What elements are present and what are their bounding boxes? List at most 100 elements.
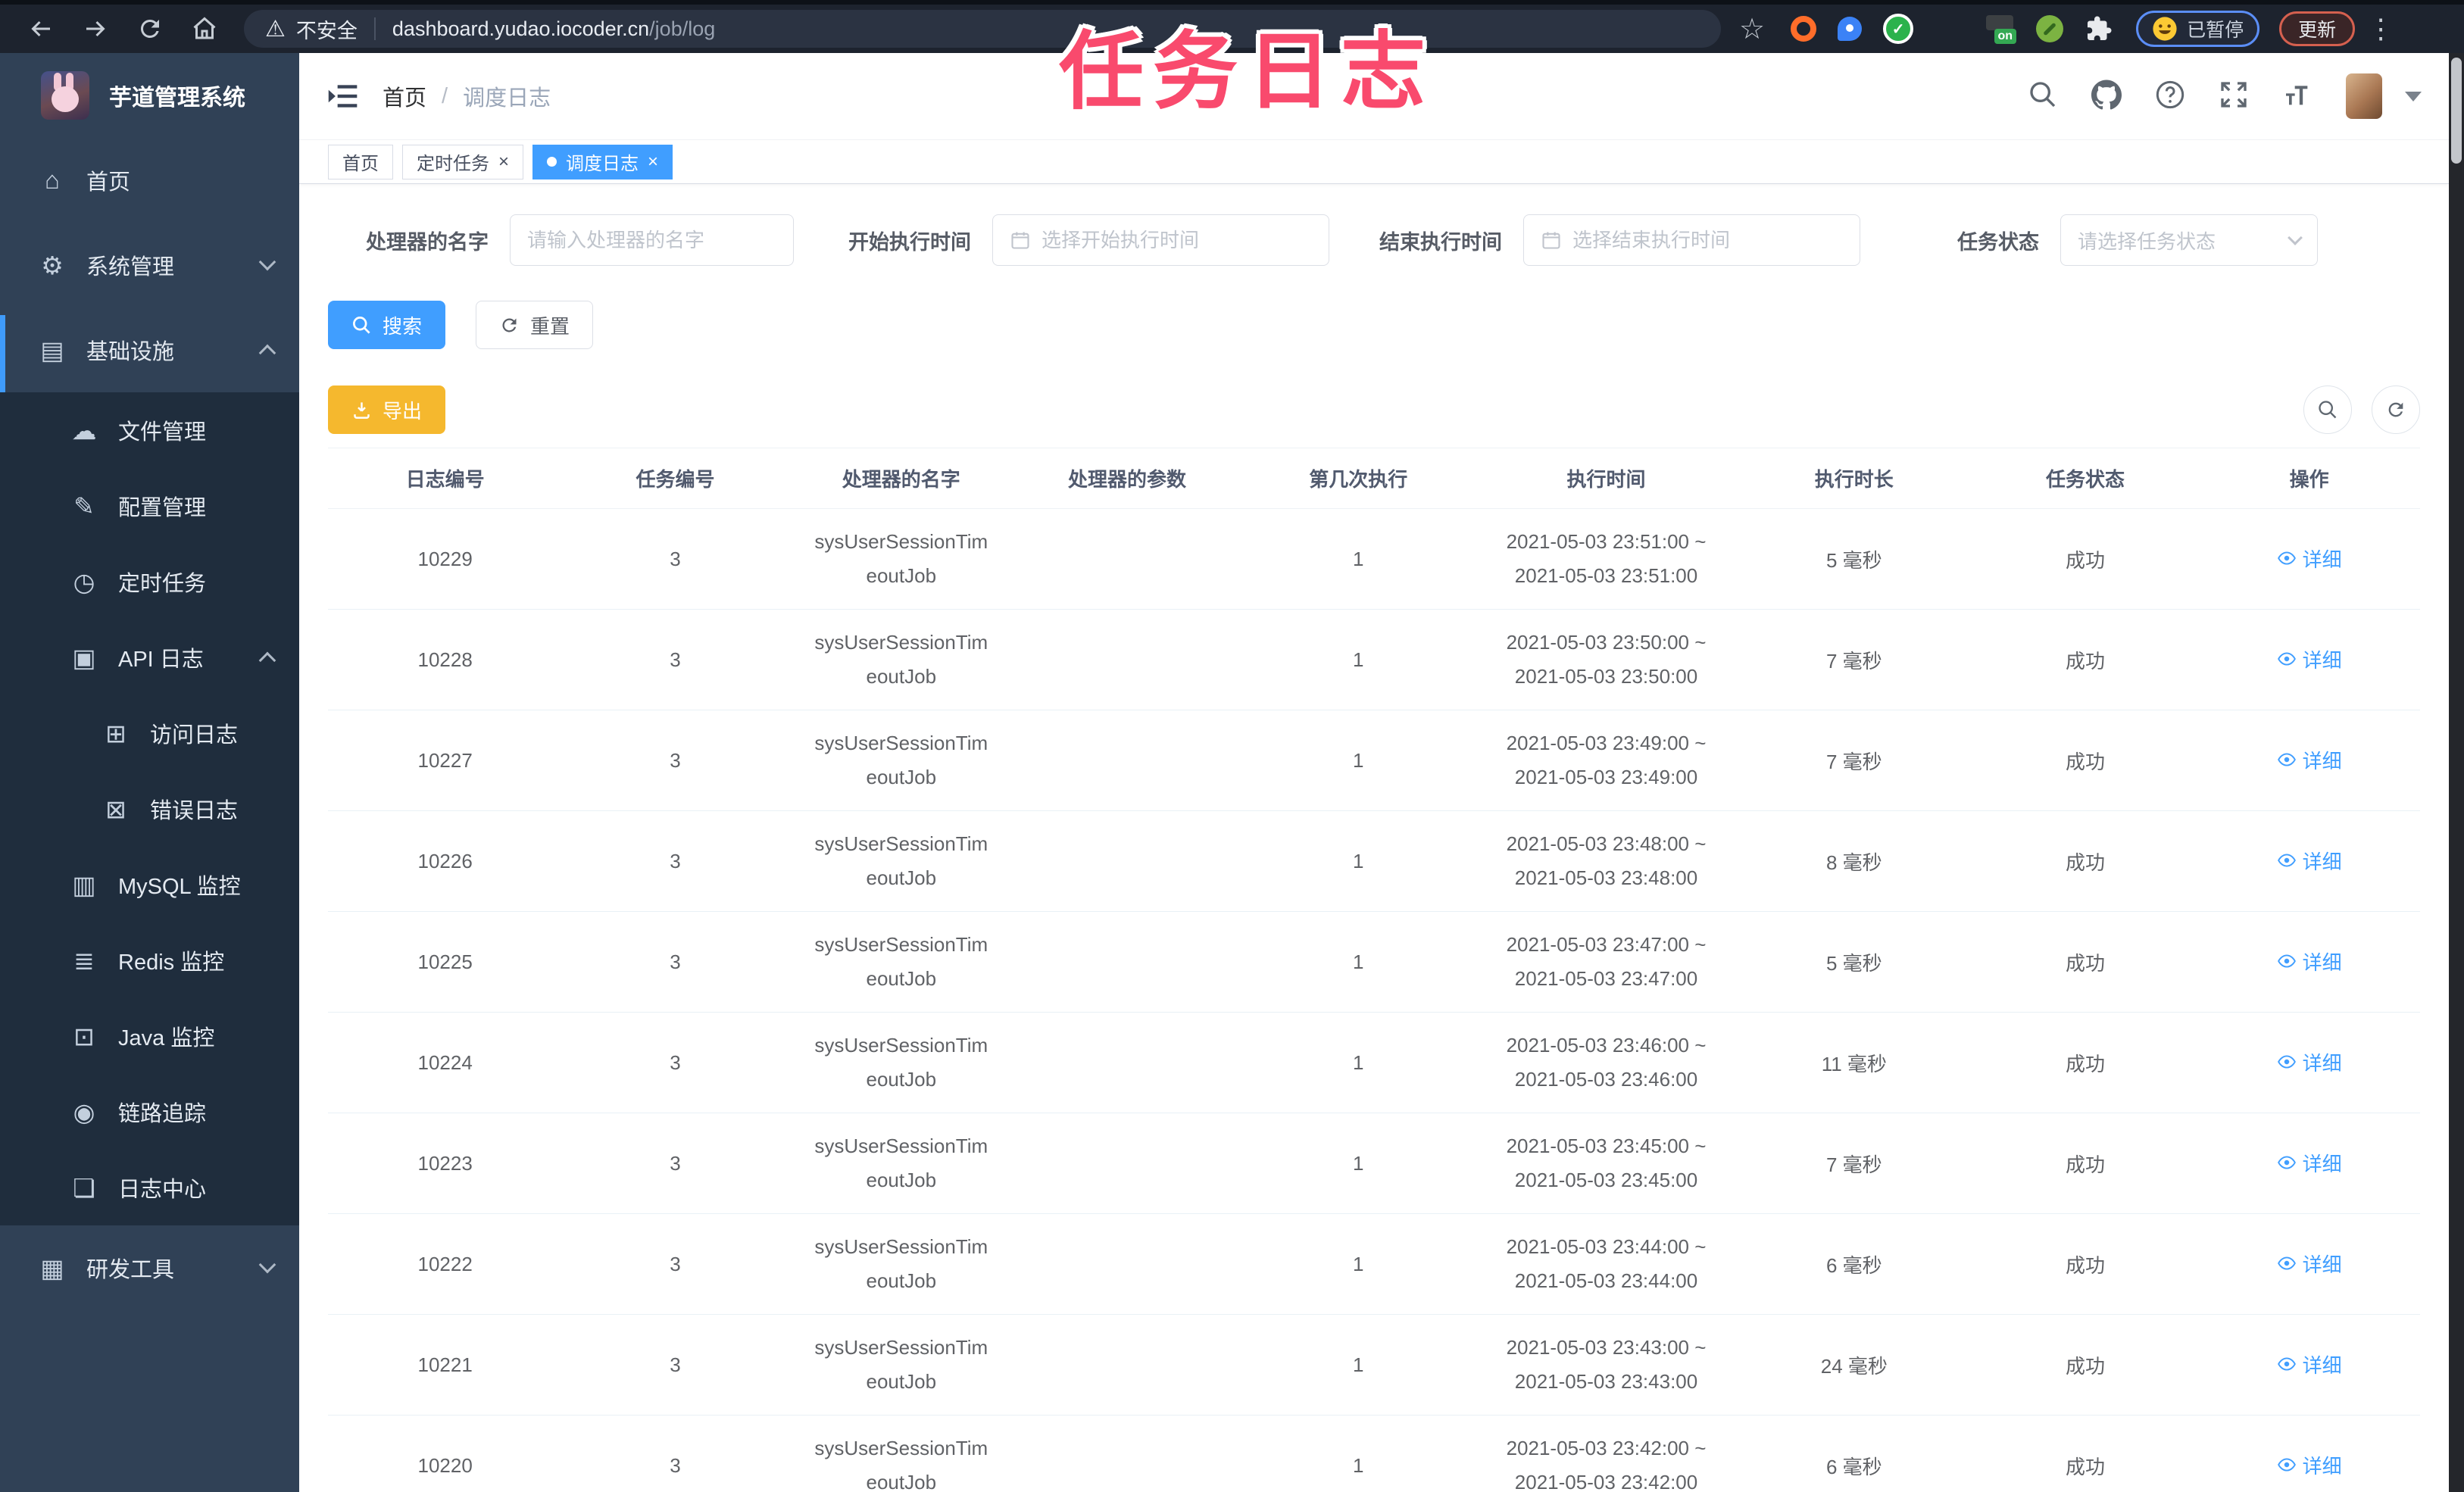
forward-icon[interactable] (82, 15, 109, 42)
scrollbar-thumb[interactable] (2451, 58, 2462, 164)
begin-time-field[interactable] (1042, 228, 1312, 252)
sidebar-item-infrastructure[interactable]: ▤ 基础设施 (0, 307, 299, 423)
sidebar-item-label: 文件管理 (118, 420, 207, 445)
breadcrumb-home[interactable]: 首页 (383, 80, 426, 112)
detail-link[interactable]: 详细 (2277, 746, 2342, 774)
table-header-row: 日志编号 任务编号 处理器的名字 处理器的参数 第几次执行 执行时间 执行时长 任务状态 操作 (328, 448, 2420, 509)
detail-link[interactable]: 详细 (2277, 1250, 2342, 1278)
extension-paused-badge[interactable]: 已暂停 (2136, 11, 2260, 47)
browser-scrollbar[interactable] (2449, 53, 2464, 1492)
sidebar-item-java-monitor[interactable]: ⊡ Java 监控 (0, 998, 299, 1074)
detail-link[interactable]: 详细 (2277, 645, 2342, 673)
detail-link[interactable]: 详细 (2277, 1149, 2342, 1177)
extension-check-icon[interactable]: ✓ (1883, 14, 1914, 44)
detail-link[interactable]: 详细 (2277, 545, 2342, 573)
detail-link[interactable]: 详细 (2277, 847, 2342, 875)
breadcrumb: 首页 / 调度日志 (383, 80, 551, 112)
detail-link[interactable]: 详细 (2277, 1350, 2342, 1378)
tab-定时任务[interactable]: 定时任务 × (402, 144, 524, 179)
cell-handler-param (1013, 1415, 1241, 1492)
cell-action: 详细 (2198, 710, 2420, 811)
sidebar-toggle-icon[interactable] (326, 80, 360, 113)
extension-tool-icon[interactable] (2036, 15, 2064, 42)
job-status-select[interactable]: 请选择任务状态 (2060, 214, 2318, 266)
app-title: 芋道管理系统 (109, 86, 245, 111)
extensions-puzzle-icon[interactable] (2085, 14, 2113, 43)
cell-handler-name: sysUserSessionTim eoutJob (788, 508, 1014, 610)
extension-pin-icon[interactable] (1838, 17, 1863, 41)
cell-log-id: 10228 (328, 609, 563, 710)
end-time-field[interactable] (1572, 228, 1843, 252)
browser-update-button[interactable]: 更新 (2279, 11, 2356, 46)
sidebar-item-api-log[interactable]: ▣ API 日志 (0, 620, 299, 695)
refresh-icon (502, 317, 517, 332)
begin-time-input[interactable] (992, 214, 1329, 266)
table-row: 10224 3 sysUserSessionTim eoutJob 1 2021-05-0… (328, 1012, 2420, 1113)
sidebar-item-error-log[interactable]: ⊠ 错误日志 (0, 771, 299, 847)
close-tab-icon[interactable]: × (648, 152, 658, 171)
search-icon[interactable] (2028, 80, 2058, 114)
cell-handler-param (1013, 1012, 1241, 1113)
handler-name-input[interactable] (510, 214, 794, 266)
sidebar-item-trace[interactable]: ◉ 链路追踪 (0, 1074, 299, 1150)
sidebar-item-label: 链路追踪 (118, 1102, 207, 1126)
eye-icon (2277, 1458, 2296, 1472)
toggle-search-button[interactable] (2303, 385, 2352, 434)
sidebar: 芋道管理系统 ⌂ 首页 ⚙ 系统管理 ▤ 基础设施 ☁ 文件管理 ✎ 配置管理 ◷ 定时任务 ▣ API … (0, 53, 299, 1492)
sidebar-item-config-management[interactable]: ✎ 配置管理 (0, 468, 299, 544)
monitor-icon: ⊡ (73, 1022, 95, 1050)
user-avatar[interactable] (2346, 73, 2382, 119)
sidebar-item-mysql-monitor[interactable]: ▥ MySQL 监控 (0, 847, 299, 922)
filter-end-time: 结束执行时间 (1379, 214, 1860, 266)
refresh-table-button[interactable] (2372, 385, 2420, 434)
sidebar-item-scheduled-tasks[interactable]: ◷ 定时任务 (0, 544, 299, 620)
detail-link[interactable]: 详细 (2277, 1048, 2342, 1076)
cell-exec-time: 2021-05-03 23:44:00 ~2021-05-03 23:44:00 (1476, 1213, 1736, 1315)
cell-status: 成功 (1972, 1213, 2199, 1315)
github-icon[interactable] (2091, 79, 2122, 114)
help-icon[interactable] (2155, 80, 2185, 114)
tab-调度日志[interactable]: 调度日志 × (532, 144, 673, 179)
sidebar-item-home[interactable]: ⌂ 首页 (0, 138, 299, 223)
cell-exec-time: 2021-05-03 23:45:00 ~2021-05-03 23:45:00 (1476, 1113, 1736, 1214)
browser-menu-icon[interactable]: ⋮ (2367, 13, 2394, 45)
column-header: 执行时间 (1476, 448, 1736, 509)
sidebar-item-access-log[interactable]: ⊞ 访问日志 (0, 695, 299, 771)
end-time-input[interactable] (1523, 214, 1860, 266)
reset-button[interactable]: 重置 (476, 301, 594, 349)
url-bar[interactable]: ⚠ 不安全 dashboard.yudao.iocoder.cn/job/log (244, 10, 1721, 48)
table-row: 10227 3 sysUserSessionTim eoutJob 1 2021-05-0… (328, 710, 2420, 811)
table-row: 10223 3 sysUserSessionTim eoutJob 1 2021-05-0… (328, 1113, 2420, 1214)
cell-action: 详细 (2198, 1213, 2420, 1315)
export-button[interactable]: 导出 (328, 385, 446, 434)
extension-grid-icon[interactable] (1935, 14, 1963, 43)
table-row: 10222 3 sysUserSessionTim eoutJob 1 2021-05-0… (328, 1213, 2420, 1315)
handler-name-field[interactable] (527, 228, 776, 252)
user-menu-caret-icon[interactable] (2405, 91, 2422, 101)
cell-handler-name: sysUserSessionTim eoutJob (788, 1113, 1014, 1214)
sidebar-item-system[interactable]: ⚙ 系统管理 (0, 223, 299, 307)
sidebar-item-dev-tools[interactable]: ▦ 研发工具 (0, 1225, 299, 1310)
detail-link[interactable]: 详细 (2277, 1451, 2342, 1479)
cell-handler-param (1013, 609, 1241, 710)
home-icon[interactable] (191, 15, 218, 42)
font-size-icon[interactable] (2282, 80, 2313, 114)
sidebar-item-log-center[interactable]: ❏ 日志中心 (0, 1150, 299, 1225)
extension-on-badge-icon[interactable]: on (1985, 14, 2017, 44)
close-tab-icon[interactable]: × (498, 152, 509, 171)
eye-icon (2277, 1256, 2296, 1270)
search-button[interactable]: 搜索 (328, 301, 446, 349)
sidebar-item-file-management[interactable]: ☁ 文件管理 (0, 392, 299, 468)
fullscreen-icon[interactable] (2219, 80, 2249, 114)
eye-icon (2277, 1055, 2296, 1069)
detail-link[interactable]: 详细 (2277, 947, 2342, 975)
extension-donut-icon[interactable] (1791, 16, 1817, 42)
cell-job-id: 3 (562, 911, 789, 1013)
sidebar-item-redis-monitor[interactable]: ≣ Redis 监控 (0, 922, 299, 998)
home-icon: ⌂ (45, 166, 60, 194)
app-logo[interactable]: 芋道管理系统 (0, 53, 299, 138)
tab-首页[interactable]: 首页 (328, 144, 393, 179)
back-icon[interactable] (27, 15, 55, 42)
bookmark-star-icon[interactable]: ☆ (1739, 12, 1765, 46)
reload-icon[interactable] (136, 15, 164, 42)
